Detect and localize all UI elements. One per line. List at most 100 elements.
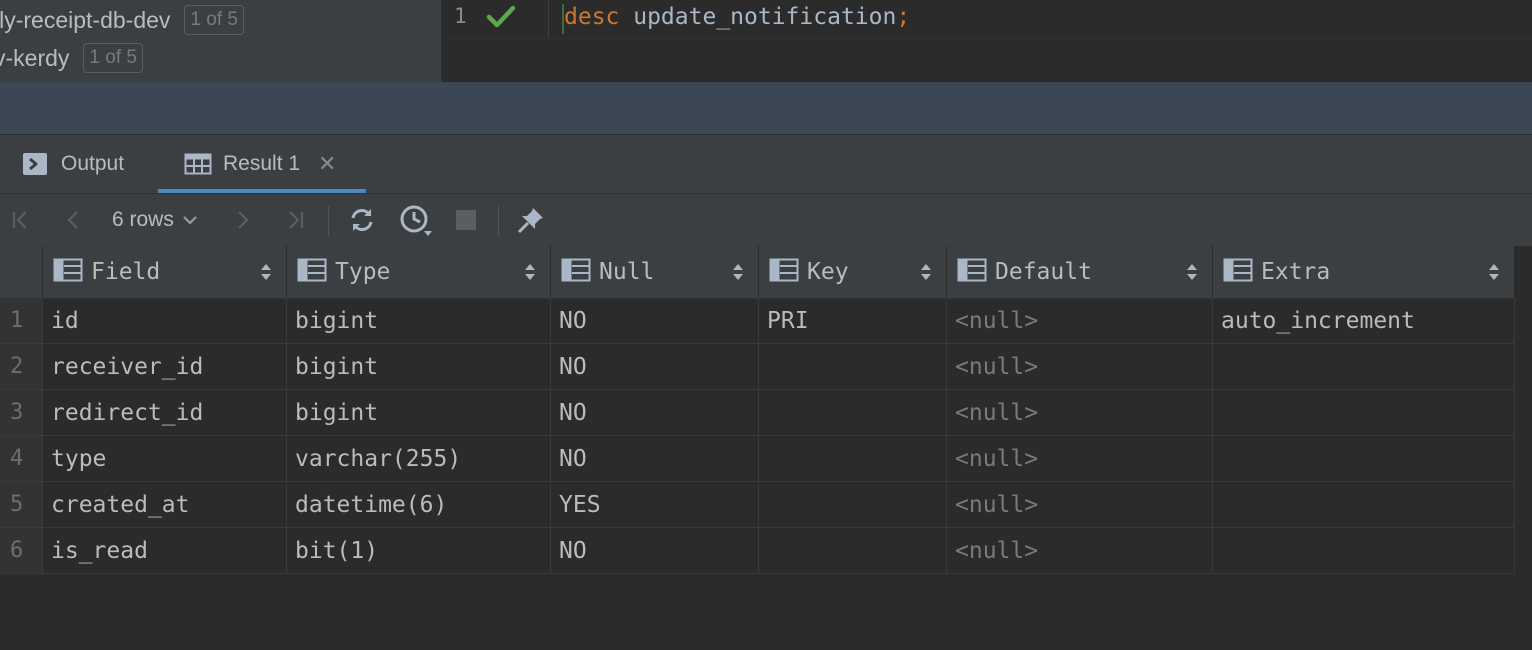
- last-page-icon[interactable]: [280, 194, 310, 246]
- table-cell[interactable]: <null>: [947, 390, 1213, 435]
- table-cell[interactable]: bigint: [287, 298, 551, 343]
- table-cell[interactable]: NO: [551, 390, 759, 435]
- table-cell[interactable]: NO: [551, 436, 759, 481]
- table-cell[interactable]: [759, 390, 947, 435]
- table-cell[interactable]: [1213, 528, 1515, 573]
- row-number: 4: [0, 436, 43, 481]
- column-icon: [957, 258, 987, 287]
- table-row[interactable]: 1 id bigint NO PRI <null> auto_increment: [0, 298, 1515, 344]
- session-name: v-kerdy: [0, 44, 70, 71]
- table-row[interactable]: 2 receiver_id bigint NO <null>: [0, 344, 1515, 390]
- table-cell[interactable]: <null>: [947, 482, 1213, 527]
- first-page-icon[interactable]: [6, 194, 36, 246]
- toolbar-separator: [328, 206, 329, 236]
- table-row[interactable]: 4 type varchar(255) NO <null>: [0, 436, 1515, 482]
- console-icon: [22, 151, 48, 177]
- table-cell[interactable]: <null>: [947, 344, 1213, 389]
- column-label: Field: [91, 259, 161, 285]
- sort-icon[interactable]: [524, 263, 536, 286]
- tab-label: Result 1: [223, 152, 301, 175]
- column-icon: [769, 258, 799, 287]
- table-cell[interactable]: [759, 344, 947, 389]
- sort-icon[interactable]: [1488, 263, 1500, 286]
- editor-empty-area[interactable]: [444, 39, 1532, 82]
- table-cell[interactable]: NO: [551, 298, 759, 343]
- tab-result-1[interactable]: Result 1 ✕: [184, 135, 336, 193]
- table-cell[interactable]: [759, 482, 947, 527]
- column-label: Null: [599, 259, 655, 285]
- sql-editor[interactable]: 1 desc update_notification;: [444, 0, 1532, 39]
- table-cell[interactable]: redirect_id: [43, 390, 287, 435]
- table-cell[interactable]: PRI: [759, 298, 947, 343]
- chevron-down-icon: [183, 216, 197, 225]
- table-cell[interactable]: bit(1): [287, 528, 551, 573]
- table-cell[interactable]: varchar(255): [287, 436, 551, 481]
- code-identifier: update_notification: [619, 4, 897, 30]
- check-icon: [486, 4, 516, 30]
- column-header[interactable]: Extra: [1213, 246, 1515, 298]
- stop-icon[interactable]: [452, 194, 480, 246]
- column-header[interactable]: Type: [287, 246, 551, 298]
- tab-output[interactable]: Output: [22, 135, 124, 193]
- table-cell[interactable]: [1213, 390, 1515, 435]
- rows-count-dropdown[interactable]: 6 rows: [112, 194, 198, 246]
- row-number: 1: [0, 298, 43, 343]
- row-number: 2: [0, 344, 43, 389]
- table-cell[interactable]: created_at: [43, 482, 287, 527]
- rows-count-label: 6 rows: [112, 208, 174, 231]
- column-header[interactable]: Default: [947, 246, 1213, 298]
- session-item[interactable]: ily-receipt-db-dev 1 of 5: [0, 0, 244, 40]
- code-line[interactable]: desc update_notification;: [564, 4, 910, 30]
- table-cell[interactable]: <null>: [947, 436, 1213, 481]
- next-page-icon[interactable]: [228, 194, 258, 246]
- result-grid: Field Type Null Key Default Extra 1 id b…: [0, 246, 1532, 650]
- sort-icon[interactable]: [1186, 263, 1198, 286]
- toolbar-separator: [498, 206, 499, 236]
- table-cell[interactable]: YES: [551, 482, 759, 527]
- table-cell[interactable]: id: [43, 298, 287, 343]
- column-header[interactable]: Field: [43, 246, 287, 298]
- column-icon: [561, 258, 591, 287]
- column-icon: [297, 258, 327, 287]
- sort-icon[interactable]: [260, 263, 272, 286]
- table-icon: [184, 151, 212, 177]
- table-row[interactable]: 3 redirect_id bigint NO <null>: [0, 390, 1515, 436]
- refresh-icon[interactable]: [345, 194, 379, 246]
- table-cell[interactable]: auto_increment: [1213, 298, 1515, 343]
- line-number: 1: [454, 4, 467, 28]
- column-header[interactable]: Key: [759, 246, 947, 298]
- close-icon[interactable]: ✕: [318, 151, 336, 177]
- table-cell[interactable]: bigint: [287, 390, 551, 435]
- sort-icon[interactable]: [732, 263, 744, 286]
- table-cell[interactable]: [759, 528, 947, 573]
- panel-splitter[interactable]: [0, 82, 1532, 135]
- session-item[interactable]: v-kerdy 1 of 5: [0, 38, 143, 78]
- session-count-badge: 1 of 5: [83, 43, 143, 73]
- table-cell[interactable]: <null>: [947, 298, 1213, 343]
- table-cell[interactable]: [1213, 344, 1515, 389]
- sort-icon[interactable]: [920, 263, 932, 286]
- table-cell[interactable]: [759, 436, 947, 481]
- table-cell[interactable]: bigint: [287, 344, 551, 389]
- table-cell[interactable]: receiver_id: [43, 344, 287, 389]
- session-list: ily-receipt-db-dev 1 of 5 v-kerdy 1 of 5: [0, 0, 442, 82]
- history-icon[interactable]: [396, 194, 436, 246]
- pin-icon[interactable]: [514, 194, 548, 246]
- row-number: 6: [0, 528, 43, 573]
- active-tab-indicator: [158, 189, 366, 193]
- table-cell[interactable]: is_read: [43, 528, 287, 573]
- column-icon: [53, 258, 83, 287]
- table-cell[interactable]: NO: [551, 528, 759, 573]
- table-row[interactable]: 6 is_read bit(1) NO <null>: [0, 528, 1515, 574]
- table-cell[interactable]: [1213, 436, 1515, 481]
- previous-page-icon[interactable]: [58, 194, 88, 246]
- table-row[interactable]: 5 created_at datetime(6) YES <null>: [0, 482, 1515, 528]
- session-count-badge: 1 of 5: [184, 5, 244, 35]
- column-header[interactable]: Null: [551, 246, 759, 298]
- table-cell[interactable]: <null>: [947, 528, 1213, 573]
- row-number: 3: [0, 390, 43, 435]
- table-cell[interactable]: type: [43, 436, 287, 481]
- table-cell[interactable]: datetime(6): [287, 482, 551, 527]
- table-cell[interactable]: NO: [551, 344, 759, 389]
- table-cell[interactable]: [1213, 482, 1515, 527]
